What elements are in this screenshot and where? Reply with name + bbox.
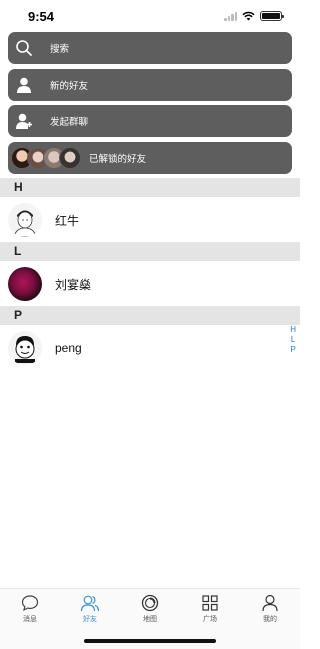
- index-letter-l[interactable]: L: [291, 335, 295, 345]
- avatar: [59, 146, 81, 169]
- status-time: 9:54: [28, 9, 55, 24]
- unlocked-friends-label: 已解锁的好友: [89, 153, 147, 165]
- start-group-label: 发起群聊: [50, 117, 89, 128]
- contact-name: 刘宴燊: [55, 277, 92, 292]
- avatar: [8, 331, 42, 365]
- tab-me[interactable]: 我的: [240, 589, 300, 649]
- tab-map-label: 地图: [143, 616, 157, 623]
- friends-menu: 搜索 新的好友 发起群聊 已解锁的好友: [8, 32, 292, 178]
- contact-name: peng: [55, 341, 82, 355]
- person-icon: [10, 69, 38, 101]
- section-header-l: L: [0, 242, 300, 261]
- search-label: 搜索: [50, 44, 70, 55]
- index-letter-p[interactable]: P: [290, 345, 295, 355]
- index-letter-h[interactable]: H: [290, 325, 296, 335]
- battery-icon: [260, 11, 284, 21]
- person-icon: [262, 594, 278, 612]
- tab-plaza-label: 广场: [203, 616, 217, 623]
- start-group-chat-button[interactable]: 发起群聊: [8, 105, 292, 137]
- contact-row[interactable]: 红牛: [0, 197, 300, 243]
- wifi-icon: [242, 11, 255, 21]
- tab-messages-label: 消息: [23, 616, 37, 623]
- status-bar: 9:54: [0, 0, 300, 32]
- contact-row[interactable]: peng: [0, 325, 300, 371]
- avatar: [8, 203, 42, 237]
- tab-messages[interactable]: 消息: [0, 589, 60, 649]
- status-icons: [224, 11, 284, 21]
- home-indicator: [84, 639, 216, 643]
- contact-name: 红牛: [55, 213, 80, 228]
- section-index-bar[interactable]: H L P: [290, 325, 296, 355]
- grid-icon: [202, 595, 218, 611]
- map-circle-icon: [141, 594, 159, 612]
- search-icon: [10, 32, 38, 64]
- friends-icon: [80, 595, 100, 612]
- unlocked-friends-button[interactable]: 已解锁的好友: [8, 141, 292, 174]
- new-friends-label: 新的好友: [50, 80, 89, 92]
- new-friends-button[interactable]: 新的好友: [8, 68, 292, 101]
- avatar: [8, 267, 42, 301]
- add-person-icon: [10, 105, 38, 137]
- contact-row[interactable]: 刘宴燊: [0, 261, 300, 307]
- section-header-h: H: [0, 178, 300, 197]
- signal-icon: [224, 11, 237, 21]
- chat-bubble-icon: [21, 595, 39, 612]
- tab-friends-label: 好友: [83, 616, 97, 623]
- search-button[interactable]: 搜索: [8, 32, 292, 64]
- section-header-p: P: [0, 306, 300, 325]
- unlocked-avatars: [11, 146, 81, 169]
- tab-me-label: 我的: [263, 616, 277, 623]
